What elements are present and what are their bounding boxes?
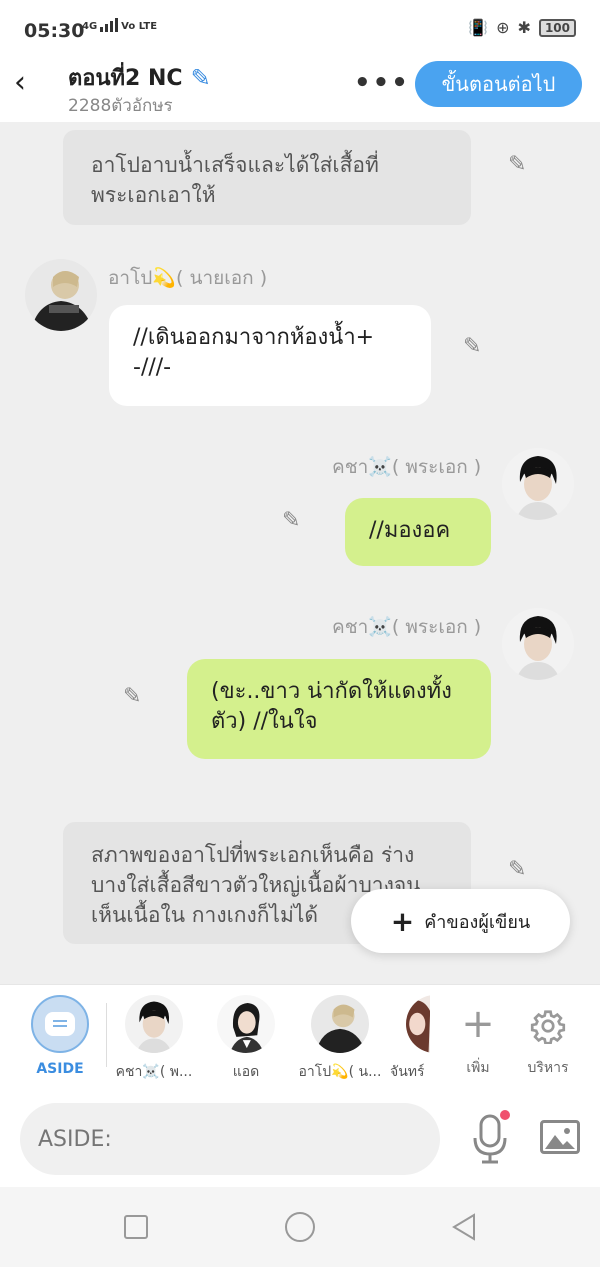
sender-name: คชา☠️( พระเอก ) — [332, 456, 482, 478]
add-character-button[interactable]: + เพิ่ม — [443, 995, 513, 1079]
battery-icon: 100 — [538, 18, 576, 37]
character-kacha[interactable]: คชา☠️( พ... — [112, 995, 196, 1083]
microphone-icon[interactable] — [470, 1114, 510, 1164]
character-label: แอด — [232, 1064, 260, 1080]
recents-icon[interactable] — [124, 1215, 148, 1239]
back-nav-icon[interactable] — [450, 1213, 478, 1241]
aside-icon — [31, 995, 89, 1053]
avatar — [125, 995, 183, 1053]
status-icons: 📳 ⊕ ✱ 100 — [468, 18, 576, 37]
app-header: ‹ ตอนที่2 NC ✎ 2288ตัวอักษร ••• ขั้นตอนต… — [0, 60, 600, 122]
gear-icon — [513, 995, 583, 1053]
manage-label: บริหาร — [527, 1060, 569, 1076]
divider — [106, 1003, 107, 1067]
character-label: จันทร์ — [390, 1064, 425, 1080]
signal-bars-icon — [100, 18, 119, 32]
message-input[interactable] — [20, 1103, 440, 1175]
episode-title[interactable]: ตอนที่2 NC ✎ — [68, 60, 211, 95]
character-jan[interactable]: จันทร์ — [390, 995, 430, 1083]
character-admin[interactable]: แอด — [204, 995, 288, 1083]
character-label: คชา☠️( พ... — [115, 1064, 193, 1080]
edit-icon[interactable]: ✎ — [463, 334, 481, 359]
avatar — [217, 995, 275, 1053]
avatar-kacha[interactable] — [502, 448, 574, 520]
character-count: 2288ตัวอักษร — [68, 96, 173, 116]
character-label: อาโป💫( น... — [298, 1064, 382, 1080]
edit-icon[interactable]: ✎ — [508, 857, 526, 882]
narration-bubble[interactable]: อาโปอาบน้ำเสร็จและได้ใส่เสื้อที่พระเอกเอ… — [63, 130, 471, 225]
episode-title-text: ตอนที่2 NC — [68, 66, 183, 91]
status-time: 05:30 — [24, 20, 85, 42]
avatar-apo[interactable] — [25, 259, 97, 331]
edit-icon[interactable]: ✎ — [282, 508, 300, 533]
volte-label: Vo LTE — [121, 21, 158, 32]
avatar — [406, 995, 430, 1053]
network-label: 4G — [82, 21, 98, 32]
message-bubble[interactable]: (ขะ..ขาว น่ากัดให้แดงทั้งตัว) //ในใจ — [187, 659, 491, 759]
sender-name: คชา☠️( พระเอก ) — [332, 616, 482, 638]
add-label: เพิ่ม — [466, 1060, 490, 1076]
input-bar — [0, 1092, 600, 1187]
aside-label: ASIDE — [36, 1061, 84, 1077]
notification-dot — [500, 1110, 510, 1120]
next-step-button[interactable]: ขั้นตอนต่อไป — [415, 61, 582, 107]
edit-icon[interactable]: ✎ — [508, 152, 526, 177]
character-apo[interactable]: อาโป💫( น... — [298, 995, 382, 1083]
vibrate-icon: 📳 — [468, 18, 489, 37]
author-note-label: คำของผู้เขียน — [424, 911, 531, 933]
status-bar: 05:30 4G Vo LTE 📳 ⊕ ✱ 100 — [0, 0, 600, 60]
message-bubble[interactable]: //มองอค — [345, 498, 491, 566]
aside-selector[interactable]: ASIDE — [18, 995, 102, 1077]
plus-icon: + — [390, 904, 415, 938]
bluetooth-icon: ✱ — [517, 18, 531, 37]
manage-button[interactable]: บริหาร — [513, 995, 583, 1079]
message-bubble[interactable]: //เดินออกมาจากห้องน้ำ+ -///- — [109, 305, 431, 406]
more-icon[interactable]: ••• — [354, 68, 410, 98]
edit-title-icon[interactable]: ✎ — [191, 64, 211, 92]
avatar-kacha[interactable] — [502, 608, 574, 680]
lock-rotation-icon: ⊕ — [496, 18, 510, 37]
system-nav-bar — [0, 1187, 600, 1267]
back-icon[interactable]: ‹ — [14, 66, 42, 102]
chat-area: อาโปอาบน้ำเสร็จและได้ใส่เสื้อที่พระเอกเอ… — [0, 122, 600, 984]
home-icon[interactable] — [285, 1212, 315, 1242]
edit-icon[interactable]: ✎ — [123, 684, 141, 709]
character-bar: ASIDE คชา☠️( พ... แอด อาโป💫( น... จันทร์… — [0, 984, 600, 1092]
plus-icon: + — [461, 1001, 495, 1047]
avatar — [311, 995, 369, 1053]
author-note-button[interactable]: + คำของผู้เขียน — [351, 889, 570, 953]
signal-icon: 4G Vo LTE — [82, 18, 157, 32]
image-icon[interactable] — [540, 1120, 580, 1154]
sender-name: อาโป💫( นายเอก ) — [108, 267, 268, 289]
